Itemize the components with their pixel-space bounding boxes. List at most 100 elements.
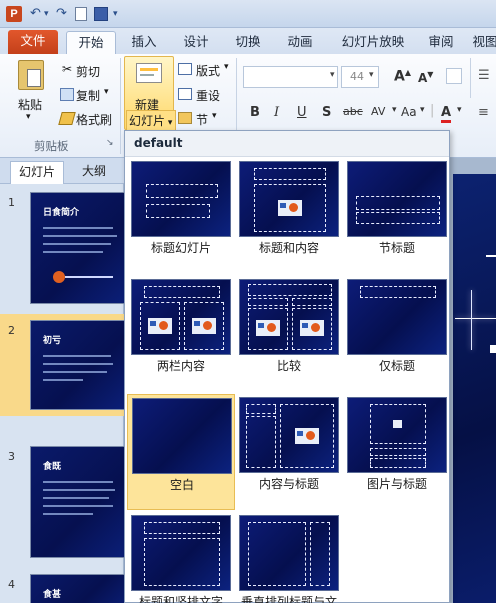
- align-left-icon[interactable]: ≡: [478, 105, 489, 120]
- layout-title-and-content[interactable]: 标题和内容: [235, 158, 343, 274]
- layout-button[interactable]: 版式: [196, 62, 220, 79]
- powerpoint-app-icon[interactable]: P: [6, 6, 22, 22]
- strikethrough-icon[interactable]: abc: [343, 105, 363, 118]
- tab-view[interactable]: 视图: [470, 31, 496, 54]
- layout-section-header[interactable]: 节标题: [343, 158, 451, 274]
- title-placeholder: [146, 184, 218, 198]
- group-separator: [470, 58, 471, 98]
- font-color-dropdown-icon[interactable]: ▾: [457, 105, 462, 115]
- tab-review[interactable]: 审阅: [422, 31, 460, 54]
- layout-comparison[interactable]: 比较: [235, 276, 343, 392]
- shrink-font-icon[interactable]: A▼: [418, 70, 433, 85]
- section-dropdown-icon[interactable]: ▾: [212, 111, 217, 121]
- reset-button[interactable]: 重设: [196, 87, 220, 104]
- light-flare-decoration: [455, 318, 496, 319]
- title-bar: P ↶ ▾ ↷ ▾: [0, 0, 496, 28]
- tab-outline[interactable]: 大纲: [74, 161, 114, 184]
- underline-icon[interactable]: U: [297, 105, 307, 120]
- format-painter-icon[interactable]: [58, 112, 76, 125]
- grow-font-icon[interactable]: A▲: [394, 68, 411, 85]
- cut-icon[interactable]: ✂: [62, 62, 72, 76]
- content-icons: [300, 320, 324, 336]
- picture-icon: [393, 420, 402, 428]
- layout-title-slide[interactable]: 标题幻灯片: [127, 158, 235, 274]
- light-flare-decoration: [471, 290, 472, 350]
- title-placeholder: [144, 286, 220, 298]
- paste-button-label[interactable]: 粘贴: [18, 96, 42, 113]
- tab-insert[interactable]: 插入: [124, 31, 164, 54]
- change-case-icon[interactable]: Aa: [401, 105, 417, 119]
- font-size-dropdown-icon[interactable]: ▾: [369, 70, 374, 80]
- layout-two-content[interactable]: 两栏内容: [127, 276, 235, 392]
- slide-thumbnail-title: 日食简介: [43, 208, 80, 218]
- section-icon[interactable]: [178, 112, 192, 124]
- current-slide-canvas[interactable]: [453, 174, 496, 603]
- layout-content-with-caption[interactable]: 内容与标题: [235, 394, 343, 510]
- save-icon[interactable]: [94, 7, 108, 21]
- bullets-icon[interactable]: ☰: [478, 68, 490, 83]
- tab-file[interactable]: 文件: [8, 30, 58, 54]
- layout-title-and-vertical-text[interactable]: 标题和竖排文字: [127, 512, 235, 603]
- tab-slides[interactable]: 幻灯片: [10, 161, 65, 184]
- cut-button[interactable]: 剪切: [76, 63, 100, 80]
- thumbnail-text-line: [43, 251, 103, 253]
- layout-icon[interactable]: [178, 63, 192, 75]
- layout-picture-with-caption[interactable]: 图片与标题: [343, 394, 451, 510]
- thumbnail-text-line: [43, 481, 113, 483]
- layout-label: 两栏内容: [156, 359, 205, 373]
- character-spacing-dropdown-icon[interactable]: ▾: [392, 105, 397, 115]
- tab-slideshow[interactable]: 幻灯片放映: [333, 31, 413, 54]
- font-name-dropdown-icon[interactable]: ▾: [330, 70, 335, 80]
- slide-thumbnail-4[interactable]: 食甚: [30, 574, 126, 603]
- content-icons: [256, 320, 280, 336]
- slide-thumbnail-1[interactable]: 日食简介: [30, 192, 126, 304]
- font-separator: |: [430, 103, 435, 118]
- reset-icon[interactable]: [178, 88, 192, 100]
- text-shadow-icon[interactable]: S: [322, 105, 331, 120]
- section-button[interactable]: 节: [196, 111, 208, 128]
- layout-preview: [347, 161, 447, 237]
- slide-thumbnail-2[interactable]: 初亏: [30, 320, 126, 410]
- tab-transitions[interactable]: 切换: [228, 31, 268, 54]
- slide-number: 3: [8, 450, 15, 463]
- copy-icon[interactable]: [60, 88, 74, 101]
- clipboard-launcher-icon[interactable]: ↘: [106, 138, 114, 148]
- format-painter-button[interactable]: 格式刷: [76, 111, 112, 128]
- thumbnail-text-line: [43, 355, 111, 357]
- layout-preview: [239, 161, 339, 237]
- layout-vertical-title-and-text[interactable]: 垂直排列标题与文: [235, 512, 343, 603]
- customize-icon[interactable]: ▾: [113, 5, 118, 23]
- paste-dropdown-icon[interactable]: ▾: [26, 112, 31, 122]
- content-icons: [192, 318, 216, 334]
- change-case-dropdown-icon[interactable]: ▾: [420, 105, 425, 115]
- layout-label: 垂直排列标题与文: [240, 595, 337, 603]
- layout-gallery-dropdown: default 标题幻灯片 标题和内容 节标题 两栏内容 比较 仅标题 空白 内…: [124, 130, 450, 603]
- layout-blank[interactable]: 空白: [127, 394, 235, 510]
- layout-label: 标题和竖排文字: [138, 595, 223, 603]
- undo-icon[interactable]: ↶: [30, 5, 41, 23]
- clear-formatting-icon[interactable]: [446, 68, 462, 84]
- character-spacing-icon[interactable]: AV: [371, 105, 385, 118]
- undo-dropdown-icon[interactable]: ▾: [44, 5, 49, 23]
- layout-title-only[interactable]: 仅标题: [343, 276, 451, 392]
- font-name-input[interactable]: [243, 66, 338, 88]
- tab-design[interactable]: 设计: [176, 31, 216, 54]
- slide-number: 4: [8, 578, 15, 591]
- layout-dropdown-icon[interactable]: ▾: [224, 62, 229, 72]
- bold-icon[interactable]: B: [250, 105, 260, 120]
- new-icon[interactable]: [75, 7, 87, 21]
- layout-label: 标题幻灯片: [150, 241, 211, 255]
- redo-icon[interactable]: ↷: [56, 5, 67, 23]
- text-placeholder: [370, 458, 426, 468]
- new-slide-dropdown[interactable]: 幻灯片 ▾: [126, 110, 176, 131]
- font-color-icon[interactable]: A: [441, 105, 452, 123]
- content-icons: [295, 428, 319, 444]
- slide-thumbnail-3[interactable]: 食既: [30, 446, 126, 558]
- copy-dropdown-icon[interactable]: ▾: [104, 87, 109, 97]
- layout-preview: [239, 279, 339, 355]
- tab-home[interactable]: 开始: [66, 31, 116, 54]
- tab-animations[interactable]: 动画: [280, 31, 320, 54]
- copy-button[interactable]: 复制: [76, 87, 100, 104]
- paste-icon[interactable]: [18, 60, 44, 90]
- italic-icon[interactable]: I: [274, 105, 279, 120]
